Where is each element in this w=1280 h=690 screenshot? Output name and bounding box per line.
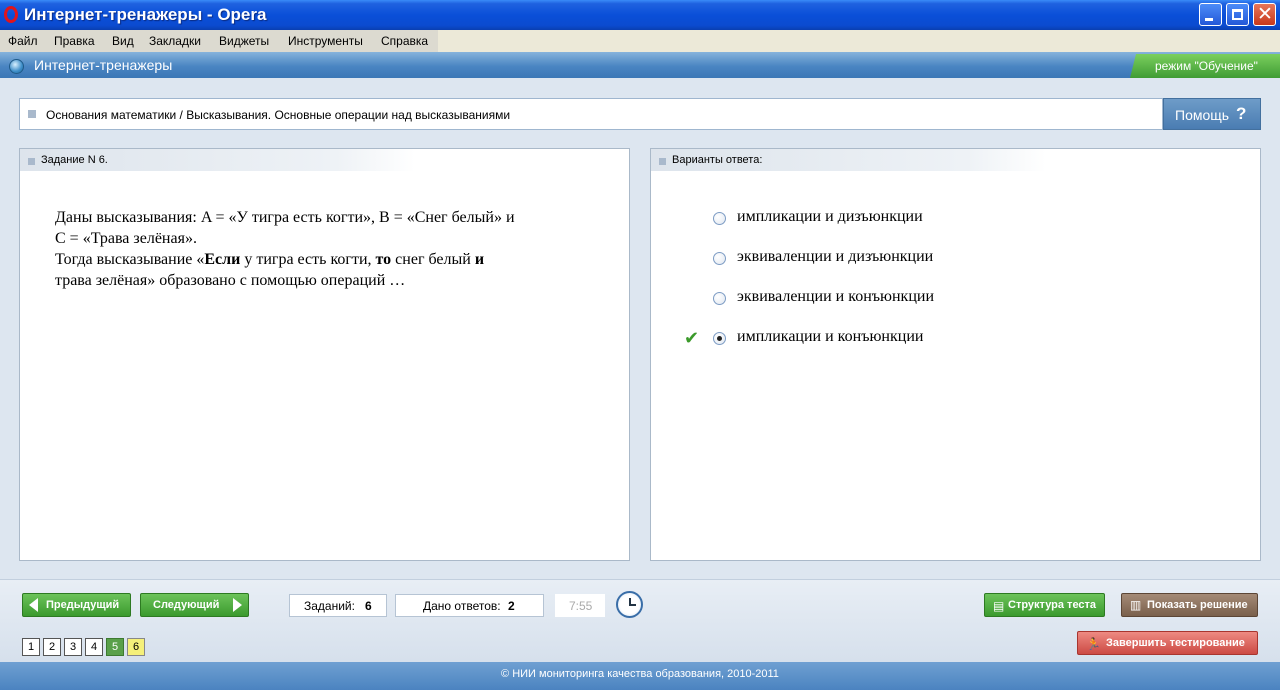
question-number[interactable]: 4 bbox=[85, 638, 103, 656]
task-text: Даны высказывания: A = «У тигра есть ког… bbox=[55, 207, 600, 291]
bullet-icon bbox=[28, 110, 36, 118]
help-button[interactable]: Помощь ? bbox=[1163, 98, 1261, 130]
finish-test-button[interactable]: 🏃 Завершить тестирование bbox=[1077, 631, 1258, 655]
menubar: Файл Правка Вид Закладки Виджеты Инструм… bbox=[0, 30, 1280, 52]
radio-button[interactable] bbox=[713, 252, 726, 265]
menu-edit[interactable]: Правка bbox=[54, 34, 95, 48]
restore-button[interactable] bbox=[1226, 3, 1249, 26]
restore-icon bbox=[1232, 9, 1243, 20]
window-titlebar: Интернет-тренажеры - Opera ✕ bbox=[0, 0, 1280, 30]
menu-help[interactable]: Справка bbox=[381, 34, 428, 48]
menu-tools[interactable]: Инструменты bbox=[288, 34, 363, 48]
answers-panel: Варианты ответа: импликации и дизъюнкции… bbox=[650, 148, 1261, 561]
task-line-3e: снег белый bbox=[391, 251, 475, 268]
close-button[interactable]: ✕ bbox=[1253, 3, 1276, 26]
task-line-1: Даны высказывания: A = «У тигра есть ког… bbox=[55, 209, 515, 226]
answer-label[interactable]: импликации и конъюнкции bbox=[737, 328, 923, 346]
answers-panel-header: Варианты ответа: bbox=[651, 149, 1046, 171]
task-number: Задание N 6. bbox=[41, 154, 108, 166]
topic-breadcrumb: Основания математики / Высказывания. Осн… bbox=[19, 98, 1163, 130]
task-word-and: и bbox=[474, 251, 485, 268]
radio-button[interactable] bbox=[713, 212, 726, 225]
answer-label[interactable]: эквиваленции и дизъюнкции bbox=[737, 248, 933, 266]
finish-label: Завершить тестирование bbox=[1106, 637, 1245, 649]
answer-label[interactable]: импликации и дизъюнкции bbox=[737, 208, 923, 226]
next-label: Следующий bbox=[153, 599, 220, 611]
solution-label: Показать решение bbox=[1147, 599, 1248, 611]
document-icon: ▤ bbox=[993, 599, 1005, 613]
menu-widgets[interactable]: Виджеты bbox=[219, 34, 269, 48]
task-line-3a: Тогда высказывание « bbox=[55, 251, 205, 268]
timer-value: 7:55 bbox=[569, 599, 593, 613]
task-line-3: Тогда высказывание «Если у тигра есть ко… bbox=[55, 249, 600, 270]
question-number[interactable]: 3 bbox=[64, 638, 82, 656]
task-line-2: C = «Трава зелёная». bbox=[55, 230, 197, 247]
task-word-if: Если bbox=[204, 251, 241, 268]
globe-icon bbox=[9, 59, 24, 74]
checkmark-icon: ✔ bbox=[684, 328, 700, 349]
task-panel: Задание N 6. Даны высказывания: A = «У т… bbox=[19, 148, 630, 561]
radio-button[interactable] bbox=[713, 292, 726, 305]
radio-button-selected[interactable] bbox=[713, 332, 726, 345]
previous-button[interactable]: Предыдущий bbox=[22, 593, 131, 617]
answer-option[interactable]: эквиваленции и дизъюнкции bbox=[651, 248, 1211, 272]
answers-header: Варианты ответа: bbox=[672, 154, 763, 166]
menu-view[interactable]: Вид bbox=[112, 34, 134, 48]
minimize-icon bbox=[1205, 18, 1213, 21]
menu-bookmarks[interactable]: Закладки bbox=[149, 34, 201, 48]
menu-file[interactable]: Файл bbox=[8, 34, 38, 48]
book-icon: ▥ bbox=[1130, 598, 1142, 612]
previous-label: Предыдущий bbox=[46, 599, 120, 611]
minimize-button[interactable] bbox=[1199, 3, 1222, 26]
task-line-4: трава зелёная» образовано с помощью опер… bbox=[55, 272, 406, 289]
show-solution-button[interactable]: ▥ Показать решение bbox=[1121, 593, 1258, 617]
test-structure-button[interactable]: ▤ Структура теста bbox=[984, 593, 1105, 617]
app-header: Интернет-тренажеры bbox=[0, 52, 1280, 78]
opera-icon bbox=[4, 6, 18, 23]
structure-label: Структура теста bbox=[1008, 599, 1097, 611]
clock-icon bbox=[616, 591, 643, 618]
answers-count: 2 bbox=[508, 599, 515, 613]
running-man-icon: 🏃 bbox=[1086, 637, 1101, 651]
question-number-current[interactable]: 6 bbox=[127, 638, 145, 656]
answer-label[interactable]: эквиваленции и конъюнкции bbox=[737, 288, 934, 306]
question-number-answered[interactable]: 5 bbox=[106, 638, 124, 656]
help-label: Помощь bbox=[1175, 107, 1230, 123]
window-title: Интернет-тренажеры - Opera bbox=[24, 5, 267, 24]
answers-label: Дано ответов: bbox=[423, 599, 501, 613]
answers-count-box: Дано ответов: 2 bbox=[395, 594, 544, 617]
bullet-icon bbox=[659, 158, 666, 165]
timer: 7:55 bbox=[555, 594, 605, 617]
question-number[interactable]: 1 bbox=[22, 638, 40, 656]
question-mark-icon: ? bbox=[1236, 104, 1247, 123]
mode-badge: режим "Обучение" bbox=[1130, 54, 1280, 78]
app-title: Интернет-тренажеры bbox=[34, 57, 173, 73]
arrow-left-icon bbox=[29, 598, 38, 612]
tasks-count-box: Заданий: 6 bbox=[289, 594, 387, 617]
footer: © НИИ мониторинга качества образования, … bbox=[0, 662, 1280, 690]
answer-option[interactable]: ✔ импликации и конъюнкции bbox=[651, 328, 1211, 352]
breadcrumb-text: Основания математики / Высказывания. Осн… bbox=[46, 108, 511, 122]
bullet-icon bbox=[28, 158, 35, 165]
next-button[interactable]: Следующий bbox=[140, 593, 249, 617]
tasks-label: Заданий: bbox=[304, 599, 355, 613]
question-number[interactable]: 2 bbox=[43, 638, 61, 656]
arrow-right-icon bbox=[233, 598, 242, 612]
clock-hand bbox=[629, 604, 636, 606]
close-icon: ✕ bbox=[1257, 3, 1273, 25]
mode-label: режим "Обучение" bbox=[1155, 59, 1258, 73]
task-word-then: то bbox=[375, 251, 392, 268]
tasks-count: 6 bbox=[365, 599, 372, 613]
copyright-text: © НИИ мониторинга качества образования, … bbox=[501, 668, 779, 680]
answer-option[interactable]: импликации и дизъюнкции bbox=[651, 208, 1211, 232]
task-line-3c: у тигра есть когти, bbox=[240, 251, 376, 268]
answer-option[interactable]: эквиваленции и конъюнкции bbox=[651, 288, 1211, 312]
task-panel-header: Задание N 6. bbox=[20, 149, 415, 171]
